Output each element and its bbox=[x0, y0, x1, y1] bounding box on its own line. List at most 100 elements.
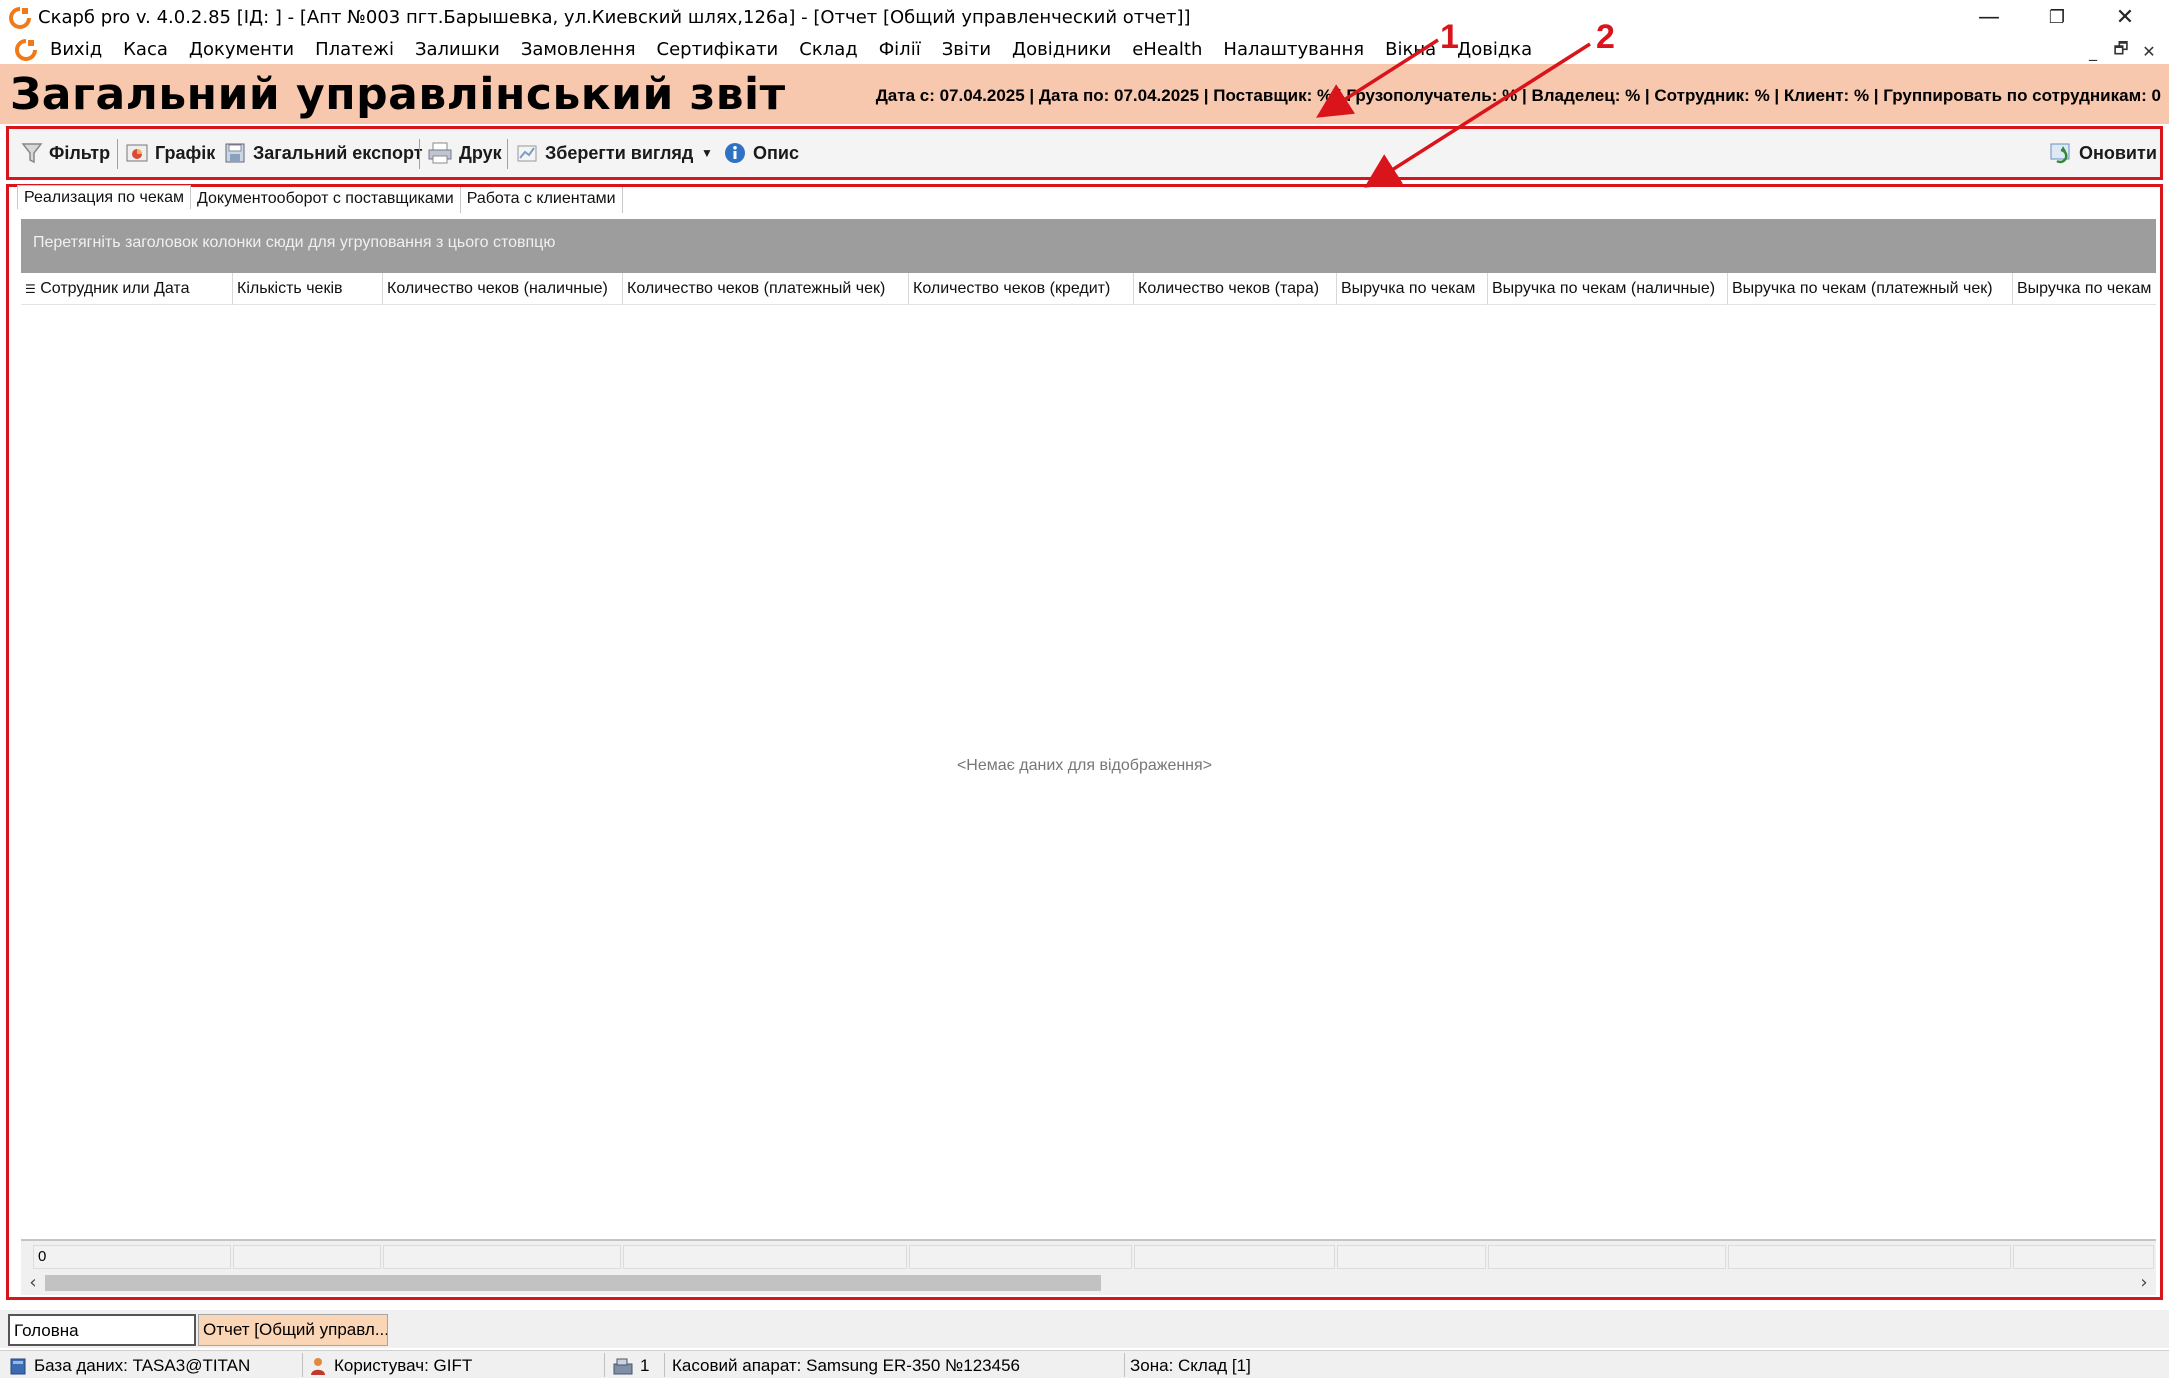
grid-column-headers: ☰ Сотрудник или Дата Кількість чеків Кол… bbox=[21, 273, 2156, 305]
footer-cell bbox=[233, 1245, 381, 1269]
column-receipts-count[interactable]: Кількість чеків bbox=[233, 273, 383, 305]
window-tab-report[interactable]: Отчет [Общий управл... bbox=[198, 1314, 388, 1346]
footer-cell bbox=[623, 1245, 907, 1269]
filter-icon bbox=[21, 143, 43, 164]
window-tabs: Головна Отчет [Общий управл... bbox=[0, 1310, 2169, 1348]
chart-label: Графік bbox=[155, 142, 216, 163]
info-button[interactable]: Опис bbox=[723, 139, 799, 167]
status-separator bbox=[604, 1353, 605, 1377]
close-button[interactable]: ✕ bbox=[2091, 0, 2159, 34]
footer-cell bbox=[383, 1245, 621, 1269]
scroll-right-button[interactable]: › bbox=[2132, 1271, 2156, 1295]
refresh-button[interactable]: Оновити bbox=[2049, 139, 2157, 167]
menu-stock[interactable]: Залишки bbox=[415, 36, 500, 64]
column-revenue-cash[interactable]: Выручка по чекам (наличные) bbox=[1488, 273, 1728, 305]
print-label: Друк bbox=[459, 142, 502, 163]
menu-exit[interactable]: Вихід bbox=[50, 36, 102, 64]
mdi-restore-button[interactable]: 🗗 bbox=[2108, 39, 2134, 62]
column-employee-or-date[interactable]: ☰ Сотрудник или Дата bbox=[21, 273, 233, 305]
report-toolbar: Фільтр Графік Загальний експорт Друк Збе… bbox=[6, 126, 2163, 180]
grid-empty-message: <Немає даних для відображення> bbox=[956, 757, 1213, 774]
chevron-down-icon: ▼ bbox=[701, 146, 713, 160]
menu-branches[interactable]: Філії bbox=[879, 36, 921, 64]
window-title: Скарб pro v. 4.0.2.85 [ІД: ] - [Апт №003… bbox=[38, 7, 1191, 28]
column-revenue[interactable]: Выручка по чекам bbox=[1337, 273, 1488, 305]
column-receipts-payment[interactable]: Количество чеков (платежный чек) bbox=[623, 273, 909, 305]
chevron-right-icon: › bbox=[2140, 1272, 2148, 1293]
save-view-icon bbox=[517, 145, 537, 162]
horizontal-scrollbar[interactable]: ‹ › bbox=[21, 1271, 2156, 1295]
print-button[interactable]: Друк bbox=[427, 139, 502, 167]
close-icon: ✕ bbox=[2142, 41, 2156, 61]
save-view-label: Зберегти вигляд bbox=[545, 142, 694, 163]
column-revenue-more[interactable]: Выручка по чекам bbox=[2013, 273, 2156, 305]
minimize-icon: — bbox=[1978, 4, 2000, 30]
menu-warehouse[interactable]: Склад bbox=[799, 36, 857, 64]
user-icon bbox=[311, 1358, 325, 1375]
menu-directories[interactable]: Довідники bbox=[1012, 36, 1111, 64]
menu-cash[interactable]: Каса bbox=[123, 36, 168, 64]
menu-ehealth[interactable]: eHealth bbox=[1132, 36, 1202, 64]
column-chooser-icon[interactable]: ☰ bbox=[25, 282, 36, 296]
filter-button[interactable]: Фільтр bbox=[21, 139, 110, 167]
chevron-left-icon: ‹ bbox=[29, 1272, 37, 1293]
menu-reports[interactable]: Звіти bbox=[942, 36, 991, 64]
footer-cell bbox=[2013, 1245, 2154, 1269]
save-view-dropdown[interactable]: ▼ bbox=[701, 139, 713, 167]
minimize-button[interactable]: — bbox=[1955, 0, 2023, 34]
report-content: Реализация по чекам Документооборот с по… bbox=[6, 184, 2163, 1300]
menu-bar: Вихід Каса Документи Платежі Залишки Зам… bbox=[0, 36, 2169, 64]
tab-sales-by-receipts[interactable]: Реализация по чекам bbox=[17, 185, 191, 209]
toolbar-separator bbox=[507, 139, 508, 169]
printer-icon bbox=[428, 142, 452, 164]
chart-button[interactable]: Графік bbox=[125, 139, 215, 167]
title-bar: Скарб pro v. 4.0.2.85 [ІД: ] - [Апт №003… bbox=[0, 0, 2169, 36]
cash-register-icon bbox=[613, 1358, 633, 1375]
restore-icon: ❐ bbox=[2048, 6, 2066, 28]
report-tabs: Реализация по чекам Документооборот с по… bbox=[17, 185, 623, 213]
mdi-close-button[interactable]: ✕ bbox=[2136, 40, 2162, 62]
refresh-label: Оновити bbox=[2079, 142, 2157, 163]
menu-windows[interactable]: Вікна bbox=[1385, 36, 1436, 64]
menu-help[interactable]: Довідка bbox=[1457, 36, 1532, 64]
refresh-icon bbox=[2050, 143, 2070, 164]
info-icon bbox=[725, 143, 745, 163]
restore-button[interactable]: ❐ bbox=[2023, 0, 2091, 34]
column-revenue-payment[interactable]: Выручка по чекам (платежный чек) bbox=[1728, 273, 2013, 305]
footer-cell bbox=[909, 1245, 1132, 1269]
database-icon bbox=[10, 1358, 26, 1375]
annotation-number-2: 2 bbox=[1596, 18, 1615, 56]
footer-cell bbox=[1337, 1245, 1486, 1269]
scroll-left-button[interactable]: ‹ bbox=[21, 1271, 45, 1295]
column-receipts-tare[interactable]: Количество чеков (тара) bbox=[1134, 273, 1337, 305]
status-database: База даних: TASA3@TITAN bbox=[8, 1354, 250, 1378]
close-icon: ✕ bbox=[2115, 4, 2135, 30]
report-title: Загальний управлінський звіт bbox=[10, 69, 786, 120]
tab-clients[interactable]: Работа с клиентами bbox=[461, 187, 623, 213]
report-header: Загальний управлінський звіт Дата с: 07.… bbox=[0, 64, 2169, 124]
footer-count: 0 bbox=[33, 1245, 231, 1269]
status-separator bbox=[1124, 1353, 1125, 1377]
column-receipts-credit[interactable]: Количество чеков (кредит) bbox=[909, 273, 1134, 305]
menu-payments[interactable]: Платежі bbox=[315, 36, 394, 64]
menu-documents[interactable]: Документи bbox=[189, 36, 294, 64]
grid-footer: 0 bbox=[21, 1239, 2156, 1271]
footer-cell bbox=[1728, 1245, 2011, 1269]
mdi-minimize-button[interactable]: _ bbox=[2080, 40, 2106, 62]
group-by-hint: Перетягніть заголовок колонки сюди для у… bbox=[33, 234, 556, 251]
menu-settings[interactable]: Налаштування bbox=[1223, 36, 1364, 64]
group-by-panel[interactable]: Перетягніть заголовок колонки сюди для у… bbox=[21, 219, 2156, 273]
menu-orders[interactable]: Замовлення bbox=[521, 36, 636, 64]
status-register-count: 1 bbox=[612, 1354, 649, 1378]
general-export-button[interactable]: Загальний експорт bbox=[223, 139, 423, 167]
column-receipts-cash[interactable]: Количество чеков (наличные) bbox=[383, 273, 623, 305]
footer-cell bbox=[1488, 1245, 1726, 1269]
chart-icon bbox=[126, 144, 148, 162]
app-menu-icon[interactable] bbox=[14, 38, 38, 62]
menu-certificates[interactable]: Сертифікати bbox=[657, 36, 779, 64]
export-icon bbox=[225, 143, 245, 163]
tab-supplier-docflow[interactable]: Документооборот с поставщиками bbox=[191, 187, 461, 213]
window-tab-home[interactable]: Головна bbox=[8, 1314, 196, 1346]
save-view-button[interactable]: Зберегти вигляд bbox=[515, 139, 693, 167]
scrollbar-thumb[interactable] bbox=[45, 1275, 1101, 1291]
